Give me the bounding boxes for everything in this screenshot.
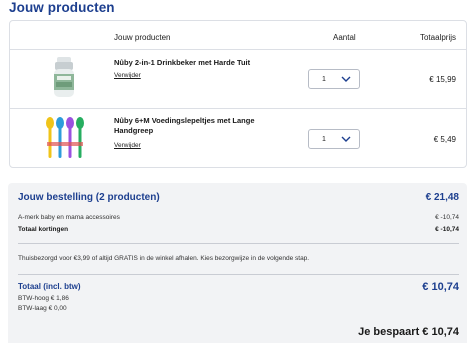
table-row: Nûby 2-in-1 Drinkbeker met Harde Tuit Ve… [10, 50, 466, 109]
product-name[interactable]: Nûby 2-in-1 Drinkbeker met Harde Tuit [114, 58, 264, 68]
sippy-cup-image[interactable] [40, 54, 90, 104]
header-total: Totaalprijs [419, 33, 456, 42]
row-price: € 15,99 [429, 75, 456, 84]
discount-value: € -10,74 [435, 214, 459, 221]
feeding-spoons-image[interactable] [40, 114, 90, 164]
row-price: € 5,49 [433, 135, 456, 144]
grand-total-value: € 10,74 [422, 281, 459, 293]
remove-link[interactable]: Verwijder [114, 72, 141, 79]
header-quantity: Aantal [333, 33, 356, 42]
remove-link[interactable]: Verwijder [114, 142, 141, 149]
order-summary: Jouw bestelling (2 producten) € 21,48 A-… [8, 183, 467, 343]
total-discount-label: Totaal kortingen [18, 226, 69, 233]
divider [18, 243, 459, 244]
chevron-down-icon [341, 76, 351, 82]
table-row: Nûby 6+M Voedingslepeltjes met Lange Han… [10, 110, 466, 169]
quantity-value: 1 [322, 76, 326, 83]
product-name[interactable]: Nûby 6+M Voedingslepeltjes met Lange Han… [114, 116, 264, 136]
summary-title: Jouw bestelling (2 producten) [18, 192, 160, 203]
chevron-down-icon [341, 136, 351, 142]
header-product: Jouw producten [114, 33, 171, 42]
summary-total: € 21,48 [425, 192, 459, 203]
btw-low: BTW-laag € 0,00 [18, 305, 67, 312]
quantity-select[interactable]: 1 [308, 129, 360, 149]
products-card: Jouw producten Aantal Totaalprijs Nûby 2… [9, 20, 467, 168]
total-discount-line: Totaal kortingen € -10,74 [18, 226, 459, 233]
savings-total: Je bespaart € 10,74 [358, 326, 459, 338]
discount-line: A-merk baby en mama accessoires € -10,74 [18, 214, 459, 221]
btw-high: BTW-hoog € 1,86 [18, 295, 69, 302]
divider [18, 274, 459, 275]
quantity-select[interactable]: 1 [308, 69, 360, 89]
quantity-value: 1 [322, 136, 326, 143]
discount-label: A-merk baby en mama accessoires [18, 214, 120, 221]
total-discount-value: € -10,74 [435, 226, 459, 233]
grand-total-label: Totaal (incl. btw) [18, 282, 81, 291]
table-header: Jouw producten Aantal Totaalprijs [10, 21, 466, 50]
delivery-note: Thuisbezorgd voor €3,99 of altijd GRATIS… [18, 255, 310, 262]
page-title: Jouw producten [9, 0, 115, 15]
